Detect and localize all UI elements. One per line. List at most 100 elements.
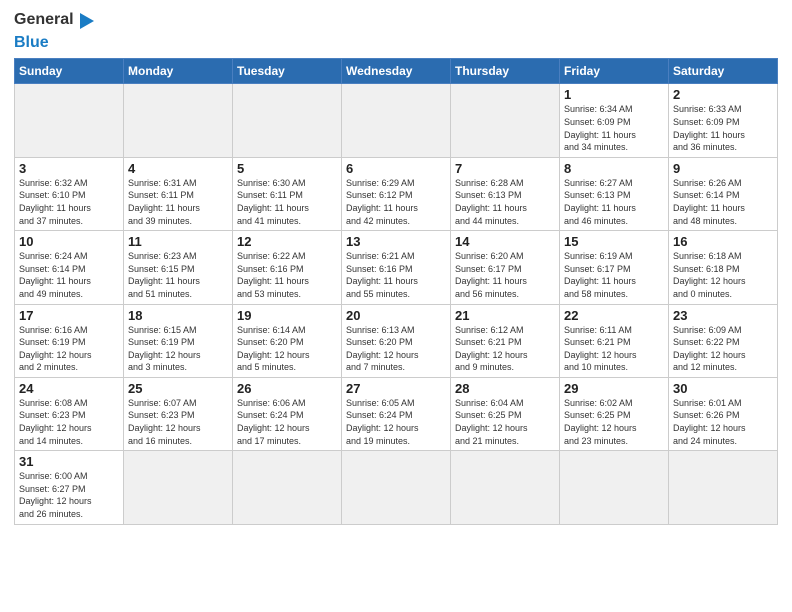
day-number: 8 xyxy=(564,161,664,176)
day-number: 5 xyxy=(237,161,337,176)
day-info: Sunrise: 6:19 AMSunset: 6:17 PMDaylight:… xyxy=(564,250,664,300)
calendar-day-cell xyxy=(124,451,233,524)
day-number: 30 xyxy=(673,381,773,396)
day-number: 18 xyxy=(128,308,228,323)
day-number: 31 xyxy=(19,454,119,469)
calendar-day-cell: 13Sunrise: 6:21 AMSunset: 6:16 PMDayligh… xyxy=(342,231,451,304)
calendar-day-cell: 20Sunrise: 6:13 AMSunset: 6:20 PMDayligh… xyxy=(342,304,451,377)
calendar-day-cell xyxy=(451,84,560,157)
calendar-page: General Blue SundayMondayTuesdayWednesda… xyxy=(0,0,792,612)
day-info: Sunrise: 6:08 AMSunset: 6:23 PMDaylight:… xyxy=(19,397,119,447)
day-number: 25 xyxy=(128,381,228,396)
day-info: Sunrise: 6:32 AMSunset: 6:10 PMDaylight:… xyxy=(19,177,119,227)
weekday-header-wednesday: Wednesday xyxy=(342,59,451,84)
day-info: Sunrise: 6:06 AMSunset: 6:24 PMDaylight:… xyxy=(237,397,337,447)
day-info: Sunrise: 6:16 AMSunset: 6:19 PMDaylight:… xyxy=(19,324,119,374)
calendar-day-cell: 12Sunrise: 6:22 AMSunset: 6:16 PMDayligh… xyxy=(233,231,342,304)
day-number: 21 xyxy=(455,308,555,323)
logo-triangle-icon xyxy=(80,13,94,29)
logo-blue-container: Blue xyxy=(14,33,49,52)
calendar-day-cell xyxy=(233,84,342,157)
calendar-day-cell: 11Sunrise: 6:23 AMSunset: 6:15 PMDayligh… xyxy=(124,231,233,304)
logo-general-text: General xyxy=(14,10,74,29)
day-info: Sunrise: 6:29 AMSunset: 6:12 PMDaylight:… xyxy=(346,177,446,227)
day-info: Sunrise: 6:00 AMSunset: 6:27 PMDaylight:… xyxy=(19,470,119,520)
day-number: 29 xyxy=(564,381,664,396)
calendar-week-row: 17Sunrise: 6:16 AMSunset: 6:19 PMDayligh… xyxy=(15,304,778,377)
day-info: Sunrise: 6:12 AMSunset: 6:21 PMDaylight:… xyxy=(455,324,555,374)
day-info: Sunrise: 6:09 AMSunset: 6:22 PMDaylight:… xyxy=(673,324,773,374)
calendar-day-cell xyxy=(669,451,778,524)
calendar-day-cell: 29Sunrise: 6:02 AMSunset: 6:25 PMDayligh… xyxy=(560,377,669,450)
day-info: Sunrise: 6:21 AMSunset: 6:16 PMDaylight:… xyxy=(346,250,446,300)
calendar-day-cell: 7Sunrise: 6:28 AMSunset: 6:13 PMDaylight… xyxy=(451,157,560,230)
calendar-day-cell: 4Sunrise: 6:31 AMSunset: 6:11 PMDaylight… xyxy=(124,157,233,230)
day-info: Sunrise: 6:33 AMSunset: 6:09 PMDaylight:… xyxy=(673,103,773,153)
calendar-day-cell xyxy=(342,451,451,524)
day-info: Sunrise: 6:14 AMSunset: 6:20 PMDaylight:… xyxy=(237,324,337,374)
logo-container: General xyxy=(14,10,94,29)
weekday-header-tuesday: Tuesday xyxy=(233,59,342,84)
calendar-day-cell: 19Sunrise: 6:14 AMSunset: 6:20 PMDayligh… xyxy=(233,304,342,377)
weekday-header-row: SundayMondayTuesdayWednesdayThursdayFrid… xyxy=(15,59,778,84)
day-info: Sunrise: 6:30 AMSunset: 6:11 PMDaylight:… xyxy=(237,177,337,227)
day-info: Sunrise: 6:13 AMSunset: 6:20 PMDaylight:… xyxy=(346,324,446,374)
calendar-table: SundayMondayTuesdayWednesdayThursdayFrid… xyxy=(14,58,778,524)
day-number: 3 xyxy=(19,161,119,176)
day-number: 16 xyxy=(673,234,773,249)
calendar-day-cell: 15Sunrise: 6:19 AMSunset: 6:17 PMDayligh… xyxy=(560,231,669,304)
day-info: Sunrise: 6:15 AMSunset: 6:19 PMDaylight:… xyxy=(128,324,228,374)
calendar-day-cell xyxy=(451,451,560,524)
calendar-day-cell: 10Sunrise: 6:24 AMSunset: 6:14 PMDayligh… xyxy=(15,231,124,304)
day-info: Sunrise: 6:27 AMSunset: 6:13 PMDaylight:… xyxy=(564,177,664,227)
calendar-day-cell xyxy=(560,451,669,524)
day-number: 12 xyxy=(237,234,337,249)
calendar-day-cell: 1Sunrise: 6:34 AMSunset: 6:09 PMDaylight… xyxy=(560,84,669,157)
day-number: 6 xyxy=(346,161,446,176)
header: General Blue xyxy=(14,10,778,52)
weekday-header-thursday: Thursday xyxy=(451,59,560,84)
calendar-day-cell: 30Sunrise: 6:01 AMSunset: 6:26 PMDayligh… xyxy=(669,377,778,450)
calendar-day-cell: 6Sunrise: 6:29 AMSunset: 6:12 PMDaylight… xyxy=(342,157,451,230)
day-number: 2 xyxy=(673,87,773,102)
calendar-day-cell: 18Sunrise: 6:15 AMSunset: 6:19 PMDayligh… xyxy=(124,304,233,377)
calendar-day-cell: 9Sunrise: 6:26 AMSunset: 6:14 PMDaylight… xyxy=(669,157,778,230)
calendar-day-cell: 3Sunrise: 6:32 AMSunset: 6:10 PMDaylight… xyxy=(15,157,124,230)
day-number: 22 xyxy=(564,308,664,323)
day-info: Sunrise: 6:23 AMSunset: 6:15 PMDaylight:… xyxy=(128,250,228,300)
day-info: Sunrise: 6:01 AMSunset: 6:26 PMDaylight:… xyxy=(673,397,773,447)
calendar-day-cell xyxy=(15,84,124,157)
day-number: 17 xyxy=(19,308,119,323)
day-number: 15 xyxy=(564,234,664,249)
day-number: 7 xyxy=(455,161,555,176)
day-number: 20 xyxy=(346,308,446,323)
day-info: Sunrise: 6:24 AMSunset: 6:14 PMDaylight:… xyxy=(19,250,119,300)
calendar-day-cell: 28Sunrise: 6:04 AMSunset: 6:25 PMDayligh… xyxy=(451,377,560,450)
logo-blue-text: Blue xyxy=(14,34,49,51)
calendar-day-cell: 8Sunrise: 6:27 AMSunset: 6:13 PMDaylight… xyxy=(560,157,669,230)
day-number: 28 xyxy=(455,381,555,396)
calendar-week-row: 31Sunrise: 6:00 AMSunset: 6:27 PMDayligh… xyxy=(15,451,778,524)
calendar-day-cell: 23Sunrise: 6:09 AMSunset: 6:22 PMDayligh… xyxy=(669,304,778,377)
day-number: 13 xyxy=(346,234,446,249)
day-info: Sunrise: 6:11 AMSunset: 6:21 PMDaylight:… xyxy=(564,324,664,374)
calendar-day-cell: 17Sunrise: 6:16 AMSunset: 6:19 PMDayligh… xyxy=(15,304,124,377)
calendar-day-cell: 25Sunrise: 6:07 AMSunset: 6:23 PMDayligh… xyxy=(124,377,233,450)
calendar-day-cell: 21Sunrise: 6:12 AMSunset: 6:21 PMDayligh… xyxy=(451,304,560,377)
calendar-day-cell xyxy=(233,451,342,524)
calendar-day-cell: 2Sunrise: 6:33 AMSunset: 6:09 PMDaylight… xyxy=(669,84,778,157)
calendar-day-cell: 14Sunrise: 6:20 AMSunset: 6:17 PMDayligh… xyxy=(451,231,560,304)
calendar-day-cell: 5Sunrise: 6:30 AMSunset: 6:11 PMDaylight… xyxy=(233,157,342,230)
day-info: Sunrise: 6:22 AMSunset: 6:16 PMDaylight:… xyxy=(237,250,337,300)
calendar-week-row: 24Sunrise: 6:08 AMSunset: 6:23 PMDayligh… xyxy=(15,377,778,450)
day-info: Sunrise: 6:18 AMSunset: 6:18 PMDaylight:… xyxy=(673,250,773,300)
day-number: 14 xyxy=(455,234,555,249)
day-info: Sunrise: 6:04 AMSunset: 6:25 PMDaylight:… xyxy=(455,397,555,447)
weekday-header-sunday: Sunday xyxy=(15,59,124,84)
day-number: 24 xyxy=(19,381,119,396)
day-info: Sunrise: 6:31 AMSunset: 6:11 PMDaylight:… xyxy=(128,177,228,227)
calendar-day-cell: 31Sunrise: 6:00 AMSunset: 6:27 PMDayligh… xyxy=(15,451,124,524)
day-number: 23 xyxy=(673,308,773,323)
day-number: 1 xyxy=(564,87,664,102)
weekday-header-saturday: Saturday xyxy=(669,59,778,84)
